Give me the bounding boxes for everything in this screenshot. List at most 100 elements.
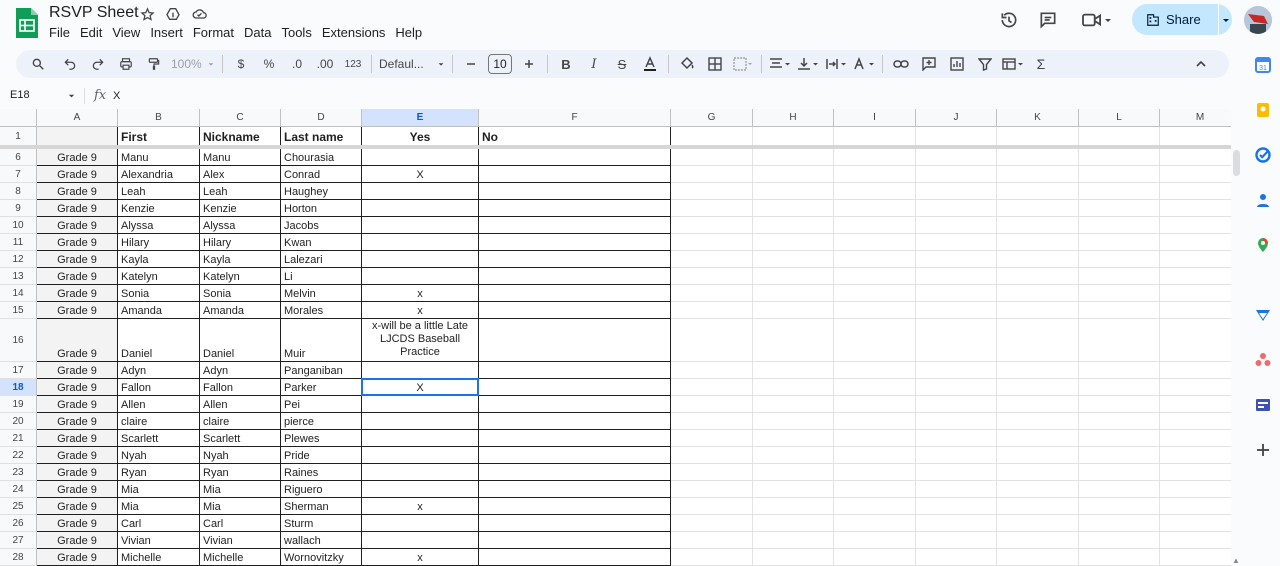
scroll-down-icon[interactable]: ▲ [1232, 556, 1240, 565]
column-header-g[interactable]: G [671, 109, 753, 127]
cell-f22[interactable] [479, 447, 671, 464]
cell-g21[interactable] [671, 430, 753, 447]
cell-m16[interactable] [1160, 319, 1231, 362]
column-header-j[interactable]: J [916, 109, 997, 127]
cell-f6[interactable] [479, 149, 671, 166]
cell-m23[interactable] [1160, 464, 1231, 481]
cell-l27[interactable] [1079, 532, 1160, 549]
cell-a16[interactable]: Grade 9 [37, 319, 118, 362]
cell-c10[interactable]: Alyssa [200, 217, 281, 234]
increase-font-size-icon[interactable] [515, 52, 543, 76]
filter-icon[interactable] [971, 52, 999, 76]
menu-view[interactable]: View [112, 24, 140, 41]
menu-format[interactable]: Format [193, 24, 234, 41]
italic-icon[interactable]: I [580, 52, 608, 76]
cell-c16[interactable]: Daniel [200, 319, 281, 362]
cell-k22[interactable] [997, 447, 1079, 464]
cell-k15[interactable] [997, 302, 1079, 319]
history-icon[interactable] [996, 6, 1022, 34]
cell-a20[interactable]: Grade 9 [37, 413, 118, 430]
cell-e15[interactable]: x [362, 302, 479, 319]
column-header-h[interactable]: H [753, 109, 834, 127]
increase-decimal-button[interactable]: .00 [311, 52, 339, 76]
cell-h19[interactable] [753, 396, 834, 413]
cell-h18[interactable] [753, 379, 834, 396]
cell-j27[interactable] [916, 532, 997, 549]
cell-f9[interactable] [479, 200, 671, 217]
cell-b12[interactable]: Kayla [118, 251, 200, 268]
cell-f8[interactable] [479, 183, 671, 200]
asana-icon[interactable] [1254, 351, 1272, 369]
functions-icon[interactable]: Σ [1027, 52, 1055, 76]
meet-button[interactable] [1076, 6, 1118, 34]
contacts-icon[interactable] [1254, 191, 1272, 209]
row-header-24[interactable]: 24 [0, 481, 37, 498]
cell-d27[interactable]: wallach [281, 532, 362, 549]
cell-g18[interactable] [671, 379, 753, 396]
cell-f12[interactable] [479, 251, 671, 268]
cell-d17[interactable]: Panganiban [281, 362, 362, 379]
maps-icon[interactable] [1254, 236, 1272, 254]
cell-i13[interactable] [834, 268, 916, 285]
header-cell-m[interactable] [1160, 127, 1231, 146]
cell-h11[interactable] [753, 234, 834, 251]
row-header-16[interactable]: 16 [0, 319, 37, 362]
cell-j24[interactable] [916, 481, 997, 498]
cell-j22[interactable] [916, 447, 997, 464]
sheets-logo[interactable] [14, 6, 40, 40]
cell-e7[interactable]: X [362, 166, 479, 183]
cell-g26[interactable] [671, 515, 753, 532]
cell-f27[interactable] [479, 532, 671, 549]
cell-d8[interactable]: Haughey [281, 183, 362, 200]
cell-b9[interactable]: Kenzie [118, 200, 200, 217]
column-header-b[interactable]: B [118, 109, 200, 127]
cell-b17[interactable]: Adyn [118, 362, 200, 379]
cell-c20[interactable]: claire [200, 413, 281, 430]
cell-c19[interactable]: Allen [200, 396, 281, 413]
cell-c28[interactable]: Michelle [200, 549, 281, 566]
vertical-scrollbar[interactable] [1233, 150, 1240, 176]
cell-e6[interactable] [362, 149, 479, 166]
cell-k9[interactable] [997, 200, 1079, 217]
cell-g28[interactable] [671, 549, 753, 566]
cell-h27[interactable] [753, 532, 834, 549]
cell-e12[interactable] [362, 251, 479, 268]
cell-d14[interactable]: Melvin [281, 285, 362, 302]
cell-f17[interactable] [479, 362, 671, 379]
cell-h26[interactable] [753, 515, 834, 532]
insert-chart-icon[interactable] [943, 52, 971, 76]
cell-h24[interactable] [753, 481, 834, 498]
row-header-9[interactable]: 9 [0, 200, 37, 217]
cell-f19[interactable] [479, 396, 671, 413]
cell-g13[interactable] [671, 268, 753, 285]
cell-j9[interactable] [916, 200, 997, 217]
appsheet-icon[interactable] [1254, 306, 1272, 324]
cell-i18[interactable] [834, 379, 916, 396]
row-header-19[interactable]: 19 [0, 396, 37, 413]
cell-h21[interactable] [753, 430, 834, 447]
cell-f10[interactable] [479, 217, 671, 234]
cell-g22[interactable] [671, 447, 753, 464]
cell-f25[interactable] [479, 498, 671, 515]
cell-k16[interactable] [997, 319, 1079, 362]
header-cell-k[interactable] [997, 127, 1079, 146]
cell-b16[interactable]: Daniel [118, 319, 200, 362]
row-header-14[interactable]: 14 [0, 285, 37, 302]
cell-j21[interactable] [916, 430, 997, 447]
percent-format-button[interactable]: % [255, 52, 283, 76]
cell-a6[interactable]: Grade 9 [37, 149, 118, 166]
cell-c11[interactable]: Hilary [200, 234, 281, 251]
cell-c22[interactable]: Nyah [200, 447, 281, 464]
cell-i22[interactable] [834, 447, 916, 464]
cell-m7[interactable] [1160, 166, 1231, 183]
cell-f23[interactable] [479, 464, 671, 481]
chevron-down-icon[interactable] [67, 92, 76, 101]
cell-b20[interactable]: claire [118, 413, 200, 430]
cell-e8[interactable] [362, 183, 479, 200]
cell-h22[interactable] [753, 447, 834, 464]
cell-e21[interactable] [362, 430, 479, 447]
cell-m22[interactable] [1160, 447, 1231, 464]
cell-m24[interactable] [1160, 481, 1231, 498]
cell-l16[interactable] [1079, 319, 1160, 362]
undo-icon[interactable] [56, 52, 84, 76]
